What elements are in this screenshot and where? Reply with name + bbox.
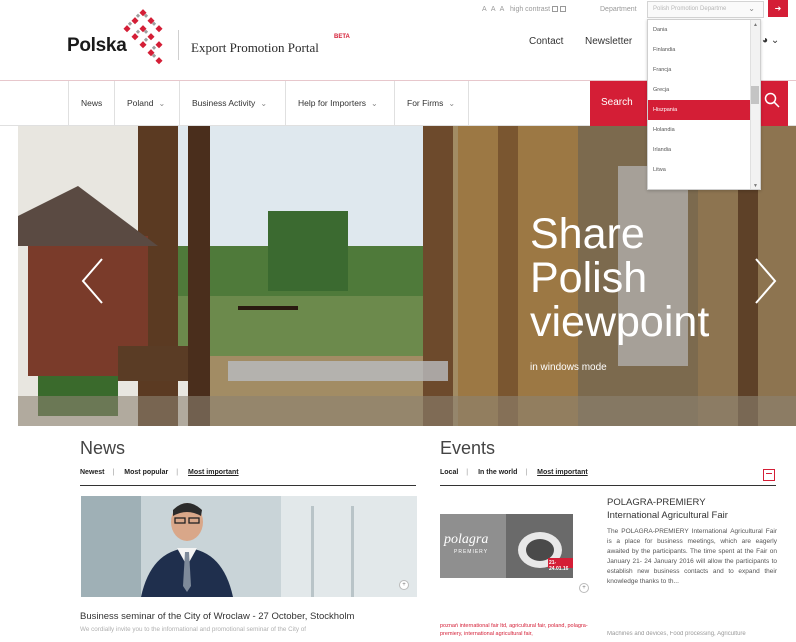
news-article-image[interactable]: + [81,496,417,597]
dropdown-option[interactable]: Francja [648,60,760,80]
portal-title: Export Promotion Portal BETA [191,34,350,56]
font-size-controls[interactable]: A A A [482,6,506,13]
department-select-value: Polish Promotion Departme [653,6,727,12]
calendar-icon[interactable] [763,469,775,481]
dropdown-option[interactable]: Grecja [648,80,760,100]
hero-subtitle: in windows mode [530,362,607,373]
nav-item-news[interactable]: News [68,81,114,126]
tab-most-important[interactable]: Most important [537,469,588,476]
businessman-photo [81,496,417,597]
tab-separator: | [176,469,179,476]
globe-icon[interactable]: ◕ ⌄ [762,35,779,46]
news-article-snippet: We cordially invite you to the informati… [80,626,306,633]
search-label: Search [601,97,633,108]
nav-item-label: Help for Importers [298,98,367,108]
contact-link[interactable]: Contact [529,36,563,47]
tab-local[interactable]: Local [440,469,458,476]
logo-mark-icon [123,9,163,65]
department-select[interactable]: Polish Promotion Departme ⌄ [647,1,764,18]
event-title-line: International Agricultural Fair [607,510,728,521]
chevron-down-icon: ⌄ [448,99,456,108]
event-tags[interactable]: poznań international fair ltd, agricultu… [440,622,605,638]
hero-title-line: Polish [530,254,648,302]
nav-item-for-firms[interactable]: For Firms ⌄ [394,81,469,126]
chevron-down-icon: ⌄ [158,99,166,108]
nav-item-label: For Firms [407,98,444,108]
scroll-down-icon[interactable]: ▼ [753,183,758,189]
scroll-up-icon[interactable]: ▲ [753,22,758,28]
events-panel: Events Local | In the world | Most importa… [429,426,787,642]
dropdown-scrollbar[interactable]: ▲ ▼ [750,20,760,189]
news-rule [80,485,416,486]
login-icon: ➜ [774,4,782,13]
chevron-right-icon[interactable] [752,256,778,306]
chevron-down-icon: ⌄ [260,99,268,108]
nav-item-poland[interactable]: Poland ⌄ [114,81,179,126]
high-contrast-toggle[interactable]: high contrast [510,6,567,13]
tab-separator: | [112,469,115,476]
search-icon[interactable] [764,92,780,108]
contrast-alt-icon [560,6,567,13]
portal-title-text: Export Promotion Portal [191,40,319,55]
tab-most-important[interactable]: Most important [188,469,239,476]
event-title[interactable]: POLAGRA-PREMIERY International Agricultu… [607,496,779,522]
department-dropdown[interactable]: Dania Finlandia Francja Grecja Hiszpania… [647,19,761,190]
nav-item-help-for-importers[interactable]: Help for Importers ⌄ [285,81,394,126]
events-heading: Events [440,438,496,458]
polagra-logo-text: polagra [444,532,489,547]
dropdown-option[interactable]: Finlandia [648,40,760,60]
news-article-title[interactable]: Business seminar of the City of Wroclaw … [80,611,420,622]
event-title-line: POLAGRA-PREMIERY [607,497,706,508]
high-contrast-label: high contrast [510,6,551,13]
chevron-down-icon: ⌄ [748,4,755,13]
news-tabs: Newest | Most popular | Most important [80,469,247,476]
chevron-down-icon: ⌄ [371,99,378,108]
beta-badge: BETA [334,34,350,40]
tab-in-the-world[interactable]: In the world [478,469,517,476]
dropdown-option[interactable]: Holandia [648,120,760,140]
login-button[interactable]: ➜ [768,0,788,17]
polagra-logo-sub: PREMIERY [454,549,489,555]
event-description: The POLAGRA-PREMIERY International Agric… [607,528,777,585]
event-image[interactable]: polagra PREMIERY 21-24.01.16 + [440,514,573,578]
department-label: Department [600,6,637,13]
dropdown-option-selected[interactable]: Hiszpania [648,100,760,120]
scrollbar-thumb[interactable] [751,86,759,104]
news-heading: News [80,438,126,458]
nav-item-business-activity[interactable]: Business Activity ⌄ [179,81,285,126]
tab-newest[interactable]: Newest [80,469,105,476]
news-panel: News Newest | Most popular | Most importan… [68,426,428,642]
event-date-badge: 21-24.01.16 [549,560,569,572]
tab-most-popular[interactable]: Most popular [124,469,168,476]
events-tabs: Local | In the world | Most important [440,469,596,476]
dropdown-option[interactable]: Irlandia [648,140,760,160]
polska-logo[interactable]: Polska [67,8,177,70]
logo-text: Polska [67,35,127,56]
hero-title-line: viewpoint [530,298,710,346]
hero-title[interactable]: Share Polish viewpoint [530,212,760,344]
hero-title-line: Share [530,210,645,258]
tab-separator: | [466,469,469,476]
events-rule [440,485,776,486]
nav-item-label: Business Activity [192,98,256,108]
newsletter-link[interactable]: Newsletter [585,36,632,47]
contrast-icon [552,6,559,13]
dropdown-option[interactable]: Dania [648,20,760,40]
plus-icon[interactable]: + [399,580,409,590]
plus-icon[interactable]: + [579,583,589,593]
chevron-left-icon[interactable] [80,256,106,306]
header-divider [178,30,179,60]
tab-separator: | [525,469,528,476]
dropdown-option[interactable]: Litwa [648,160,760,180]
event-categories: Machines and devices, Food processing, A… [607,631,746,637]
nav-item-label: Poland [127,98,154,108]
nav-item-label: News [81,98,103,108]
